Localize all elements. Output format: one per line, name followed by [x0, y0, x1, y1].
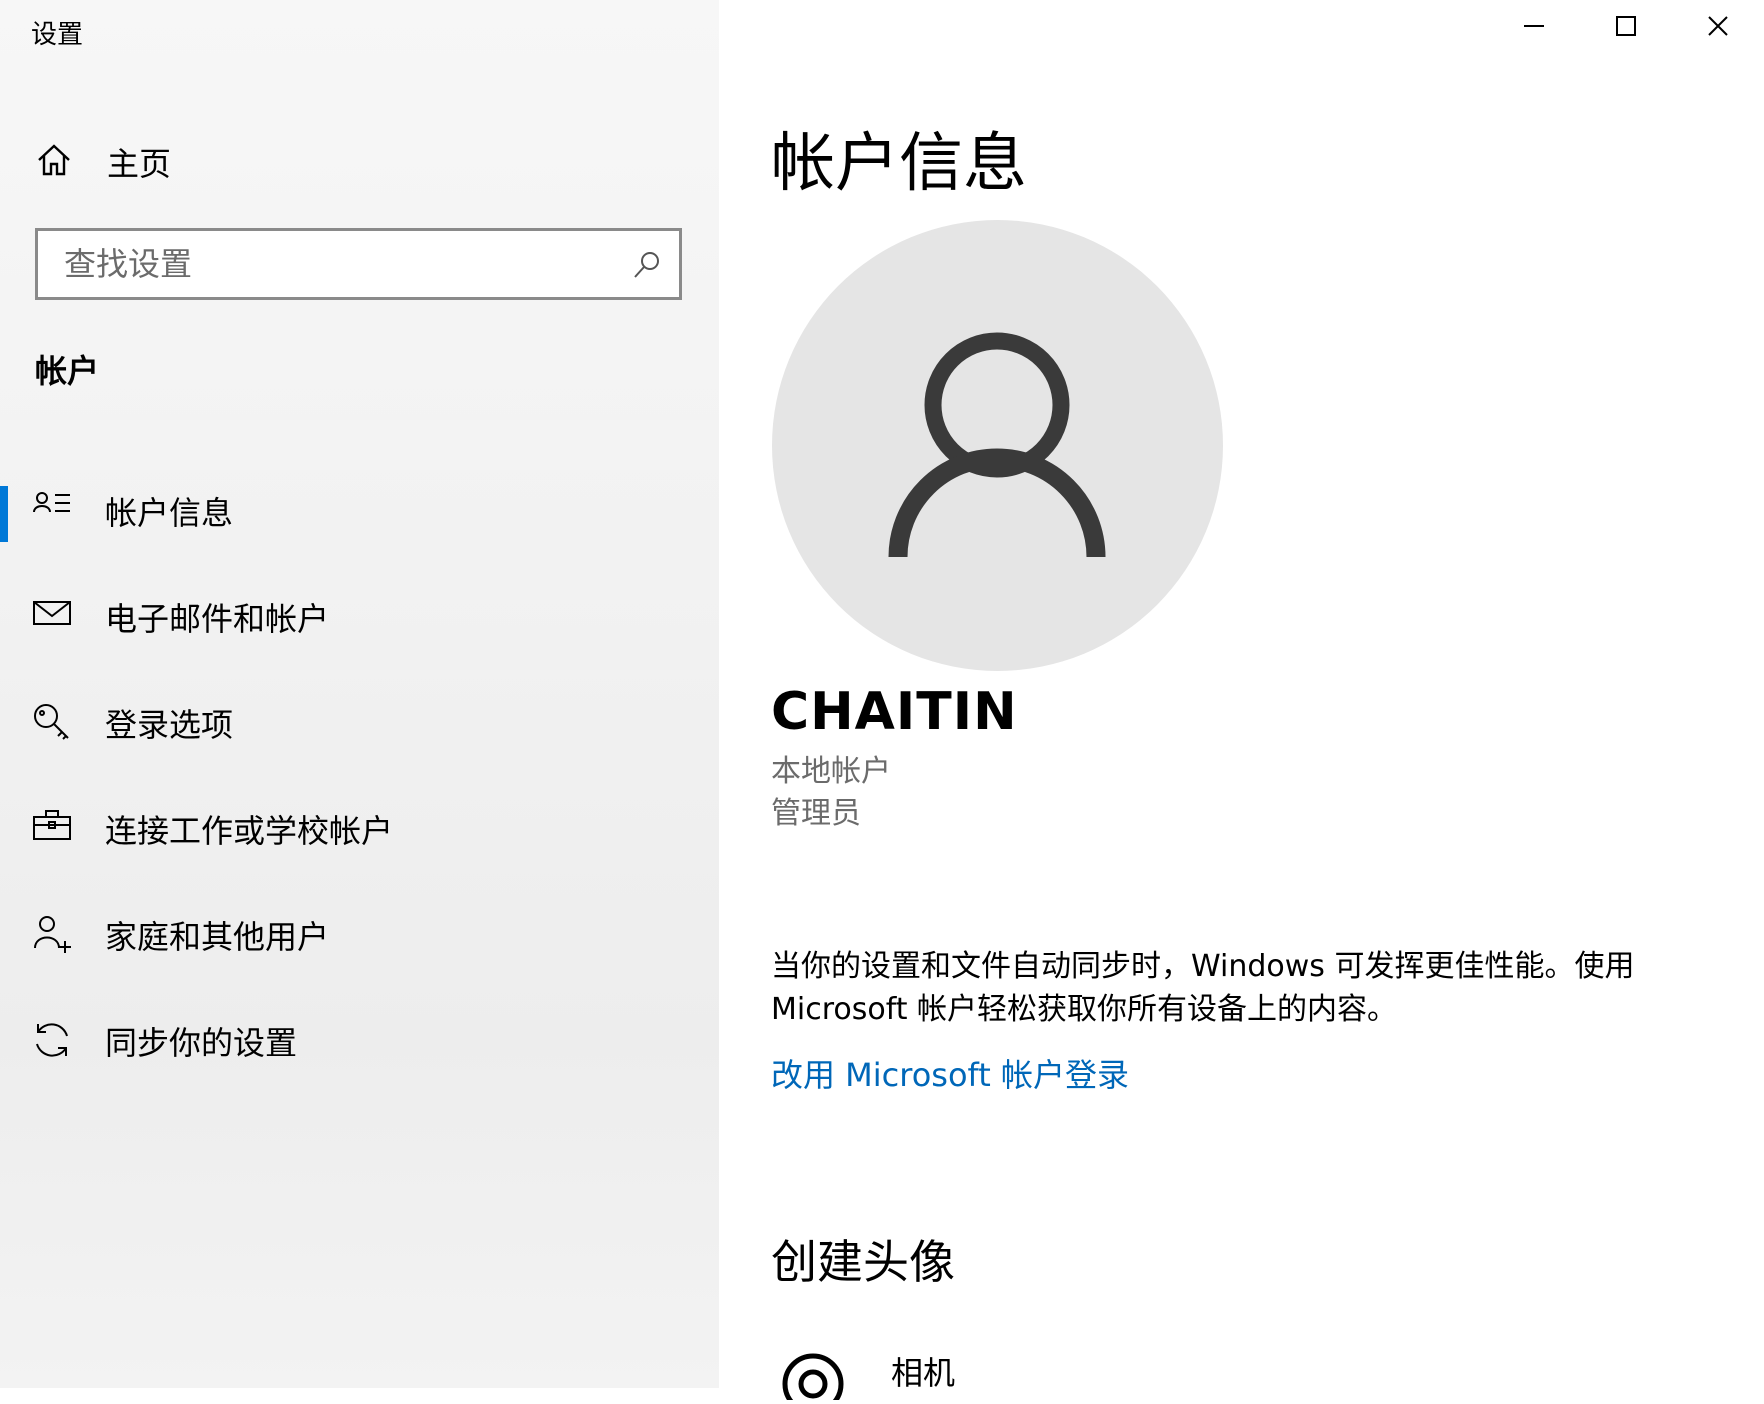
add-person-icon [32, 914, 72, 958]
section-heading: 帐户 [35, 352, 100, 390]
home-nav-item[interactable]: 主页 [36, 134, 676, 190]
account-info-icon [32, 490, 72, 530]
sidebar-item-label: 登录选项 [105, 706, 234, 744]
sidebar-item-account-info[interactable]: 帐户信息 [0, 464, 719, 560]
create-avatar-heading: 创建头像 [771, 1235, 955, 1289]
camera-icon [781, 1350, 851, 1404]
active-indicator [0, 486, 8, 542]
avatar [772, 220, 1223, 671]
sidebar-item-sync-settings[interactable]: 同步你的设置 [0, 994, 719, 1090]
search-input[interactable] [62, 233, 636, 295]
home-icon [36, 142, 72, 182]
sidebar-item-label: 电子邮件和帐户 [105, 600, 330, 638]
microsoft-signin-link[interactable]: 改用 Microsoft 帐户登录 [771, 1050, 1129, 1096]
camera-option[interactable]: 相机 [771, 1336, 1271, 1404]
sidebar-item-label: 帐户信息 [105, 494, 234, 532]
search-box[interactable] [35, 228, 682, 300]
sidebar-item-work-school[interactable]: 连接工作或学校帐户 [0, 782, 719, 878]
home-label: 主页 [107, 145, 172, 183]
sidebar-item-family-users[interactable]: 家庭和其他用户 [0, 888, 719, 984]
maximize-button[interactable] [1580, 0, 1672, 52]
search-icon[interactable] [631, 249, 663, 285]
mail-icon [32, 596, 72, 636]
sidebar-item-email-accounts[interactable]: 电子邮件和帐户 [0, 570, 719, 666]
page-title: 帐户信息 [771, 127, 1027, 201]
camera-label: 相机 [891, 1354, 956, 1392]
sidebar-item-label: 家庭和其他用户 [105, 918, 330, 956]
sync-description: 当你的设置和文件自动同步时，Windows 可发挥更佳性能。使用 Microso… [771, 949, 1635, 1027]
user-silhouette-icon [888, 332, 1106, 558]
main-content: 帐户信息 CHAITIN 本地帐户 管理员 当你的设置和文件自动同步时，Wind… [719, 0, 1764, 1404]
window-controls [1488, 0, 1764, 52]
sidebar-item-label: 连接工作或学校帐户 [105, 812, 394, 850]
minimize-button[interactable] [1488, 0, 1580, 52]
sidebar: 设置 主页 帐户 帐户信息 [0, 0, 719, 1388]
sidebar-item-label: 同步你的设置 [105, 1024, 298, 1062]
close-button[interactable] [1672, 0, 1764, 52]
username: CHAITIN [771, 682, 1018, 742]
key-icon [32, 702, 72, 746]
account-type: 本地帐户 [771, 754, 891, 789]
account-role: 管理员 [771, 796, 861, 831]
sync-icon [32, 1020, 72, 1064]
briefcase-icon [32, 808, 72, 848]
app-title: 设置 [31, 20, 84, 50]
sidebar-item-sign-in-options[interactable]: 登录选项 [0, 676, 719, 772]
